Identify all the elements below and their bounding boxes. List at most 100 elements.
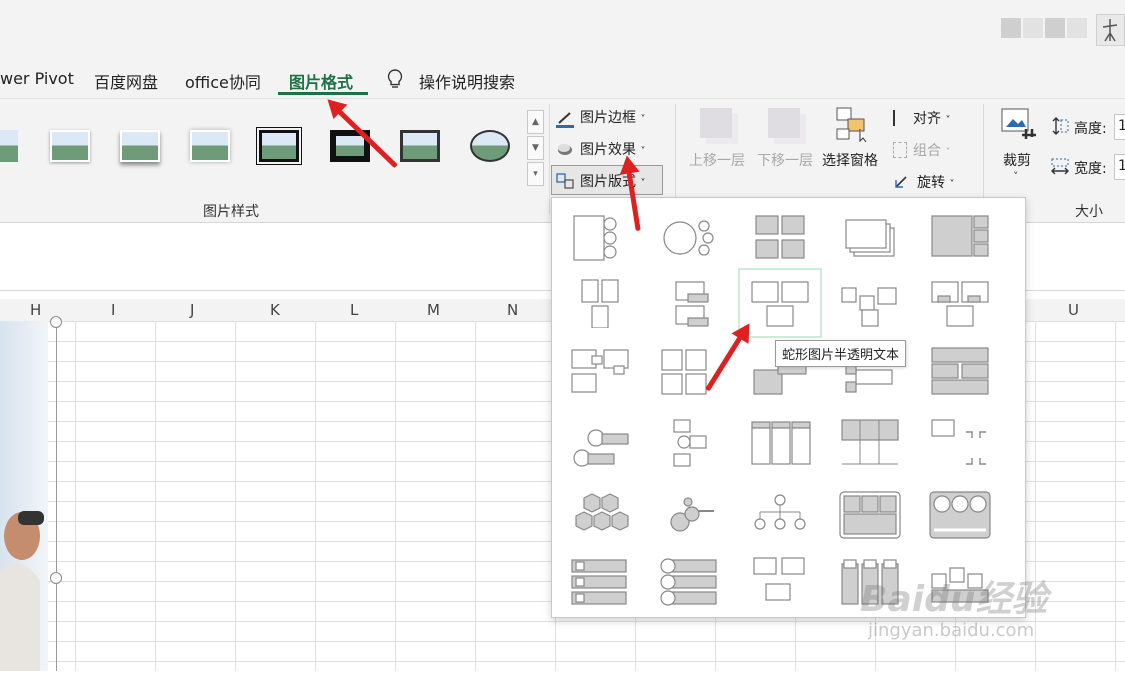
layout-option[interactable] xyxy=(650,410,730,476)
bring-forward-button[interactable]: 上移一层 xyxy=(689,150,745,170)
layout-option[interactable] xyxy=(740,410,820,476)
layout-option-icon xyxy=(931,281,989,327)
resize-handle[interactable] xyxy=(50,316,62,328)
align-icon xyxy=(893,110,907,126)
crop-button[interactable]: 裁剪 xyxy=(1003,150,1031,170)
layout-option[interactable] xyxy=(560,204,640,270)
rotate-button[interactable]: 旋转 ˅ xyxy=(893,172,954,192)
column-header[interactable]: K xyxy=(270,301,280,319)
layout-option-icon xyxy=(841,287,897,327)
layout-tooltip: 蛇形图片半透明文本 xyxy=(775,340,907,367)
picture-style-thumb[interactable] xyxy=(400,130,440,162)
tell-me-search[interactable]: 操作说明搜索 xyxy=(419,69,515,93)
layout-option[interactable] xyxy=(920,204,1000,270)
width-icon xyxy=(1050,157,1070,181)
dropdown-caret: ˅ xyxy=(640,178,646,189)
layout-option[interactable] xyxy=(920,270,1000,336)
ribbon-tab-bar xyxy=(0,62,1125,99)
rotate-icon xyxy=(893,174,911,190)
picture-style-thumb[interactable] xyxy=(120,130,160,162)
picture-style-thumb[interactable] xyxy=(0,130,18,162)
picture-style-thumb[interactable] xyxy=(50,130,90,162)
align-label: 对齐 xyxy=(913,111,941,127)
tab-power-pivot[interactable]: wer Pivot xyxy=(0,69,74,88)
avatar[interactable] xyxy=(1096,14,1125,46)
watermark-url: jingyan.baidu.com xyxy=(868,620,1035,641)
layout-option[interactable] xyxy=(830,204,910,270)
layout-option[interactable] xyxy=(830,410,910,476)
dropdown-caret: ˅ xyxy=(945,115,951,126)
align-button[interactable]: 对齐 ˅ xyxy=(893,108,950,128)
layout-option-icon xyxy=(753,557,805,601)
gallery-scroll-up[interactable]: ▲ xyxy=(527,110,544,134)
tab-baidu-drive[interactable]: 百度网盘 xyxy=(94,69,158,93)
group-label-picture-styles: 图片样式 xyxy=(203,204,259,220)
layout-option[interactable] xyxy=(740,482,820,548)
layout-option[interactable] xyxy=(650,270,730,336)
layout-option[interactable] xyxy=(920,338,1000,404)
layout-option[interactable] xyxy=(650,548,730,614)
height-input[interactable]: 1 xyxy=(1114,114,1125,140)
bring-forward-icon xyxy=(700,108,732,138)
layout-option[interactable] xyxy=(560,548,640,614)
lightbulb-icon xyxy=(386,68,404,94)
layout-option-icon xyxy=(929,491,991,539)
layout-option-icon xyxy=(755,215,805,259)
dropdown-caret: ˅ xyxy=(945,147,951,158)
column-header[interactable]: J xyxy=(190,301,194,319)
picture-edge xyxy=(56,321,57,671)
selection-pane-button[interactable]: 选择窗格 xyxy=(822,150,878,170)
layout-option[interactable] xyxy=(560,338,640,404)
selection-pane-icon xyxy=(836,107,868,147)
width-input[interactable]: 1 xyxy=(1114,154,1125,180)
picture-border-label: 图片边框 xyxy=(580,110,636,126)
layout-option[interactable] xyxy=(650,204,730,270)
layout-option[interactable] xyxy=(830,270,910,336)
blurred-account-name xyxy=(1045,18,1065,38)
picture-border-icon xyxy=(556,112,574,128)
crop-dropdown-caret[interactable]: ˅ xyxy=(1013,170,1019,183)
layout-option-icon xyxy=(931,347,989,395)
layout-option[interactable] xyxy=(830,482,910,548)
layout-option[interactable] xyxy=(740,548,820,614)
layout-option-icon xyxy=(581,279,619,328)
crop-icon xyxy=(1000,107,1038,147)
send-backward-button[interactable]: 下移一层 xyxy=(757,150,813,170)
layout-option[interactable] xyxy=(650,482,730,548)
layout-option-icon xyxy=(931,215,989,257)
column-header[interactable]: N xyxy=(507,301,518,319)
layout-option-icon xyxy=(754,494,806,530)
layout-option[interactable] xyxy=(920,410,1000,476)
resize-handle[interactable] xyxy=(50,572,62,584)
column-header[interactable]: H xyxy=(30,301,41,319)
height-icon xyxy=(1050,116,1070,140)
column-header[interactable]: U xyxy=(1068,301,1079,319)
column-header[interactable]: M xyxy=(427,301,440,319)
layout-option[interactable] xyxy=(560,482,640,548)
picture-style-thumb[interactable] xyxy=(190,130,230,162)
rotate-label: 旋转 xyxy=(917,175,945,191)
picture-border-button[interactable]: 图片边框 ˅ xyxy=(556,107,645,128)
group-separator xyxy=(549,104,550,214)
layout-option[interactable] xyxy=(560,410,640,476)
layout-option-icon xyxy=(675,281,709,327)
tab-office-collab[interactable]: office协同 xyxy=(185,69,261,93)
layout-option-icon xyxy=(673,419,707,467)
layout-option[interactable] xyxy=(920,482,1000,548)
group-objects-button[interactable]: 组合 ˅ xyxy=(893,140,950,160)
layout-option-icon xyxy=(841,419,899,465)
layout-option[interactable] xyxy=(740,204,820,270)
picture-style-thumb[interactable] xyxy=(256,127,302,165)
dropdown-caret: ˅ xyxy=(640,114,646,125)
tab-picture-format[interactable]: 图片格式 xyxy=(289,69,353,93)
gallery-scroll-down[interactable]: ▼ xyxy=(527,136,544,160)
column-header[interactable]: L xyxy=(350,301,358,319)
inserted-picture[interactable] xyxy=(0,321,48,671)
layout-option-icon xyxy=(931,419,986,465)
gallery-more[interactable]: ▾ xyxy=(527,162,544,186)
group-label: 组合 xyxy=(913,143,941,159)
picture-style-thumb[interactable] xyxy=(470,130,510,162)
column-header[interactable]: I xyxy=(111,301,115,319)
picture-layout-gallery xyxy=(551,197,1026,618)
layout-option[interactable] xyxy=(560,270,640,336)
